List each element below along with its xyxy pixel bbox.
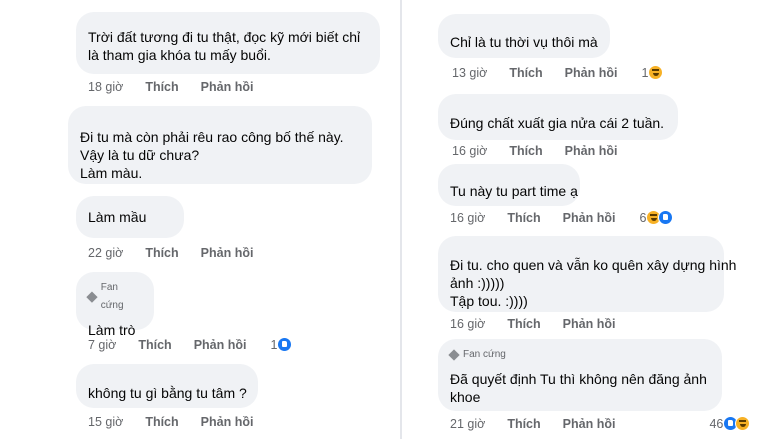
comment-bubble: Đi tu. cho quen và vẫn ko quên xây dựng …: [438, 236, 737, 312]
like-button[interactable]: Thích: [145, 246, 178, 260]
diamond-icon: [86, 291, 98, 303]
comment-bubble: Đúng chất xuất gia nửa cái 2 tuần.: [438, 94, 678, 140]
comment-text: Vậy là tu dữ chưa?: [80, 147, 200, 163]
fan-badge-label: Fan cứng: [100, 282, 124, 311]
reply-button[interactable]: Phản hồi: [563, 417, 616, 431]
like-button[interactable]: Thích: [509, 66, 542, 80]
comment-time[interactable]: 15 giờ: [88, 415, 123, 429]
comment-bubble: Fan cứng Đã quyết định Tu thì không nên …: [438, 339, 722, 411]
reply-button[interactable]: Phản hồi: [201, 80, 254, 94]
reply-button[interactable]: Phản hồi: [563, 317, 616, 331]
reaction-count: 46: [709, 416, 724, 431]
comment-text: Đi tu. cho quen và vẫn ko quên xây dựng …: [450, 257, 737, 273]
comment-meta: 16 giờ Thích Phản hồi: [452, 144, 639, 158]
reply-button[interactable]: Phản hồi: [565, 144, 618, 158]
reaction-summary[interactable]: 6: [639, 210, 674, 225]
comment-time[interactable]: 16 giờ: [452, 144, 487, 158]
comment-text: Đúng chất xuất gia nửa cái 2 tuần.: [450, 115, 665, 131]
reaction-count: 6: [639, 210, 647, 225]
left-comment-column: Trời đất tương đi tu thật, đọc kỹ mới bi…: [0, 0, 410, 439]
comment-text: Chỉ là tu thời vụ thôi mà: [450, 34, 598, 50]
comment-time[interactable]: 21 giờ: [450, 417, 485, 431]
comment-time[interactable]: 16 giờ: [450, 317, 485, 331]
comment-text: là tham gia khóa tu mấy buổi.: [88, 47, 271, 63]
comment-text: Làm màu.: [80, 165, 143, 181]
reaction-count: 1: [641, 65, 649, 80]
reaction-summary[interactable]: 46: [709, 416, 751, 431]
comment-text: không tu gì bằng tu tâm ?: [88, 385, 247, 401]
reply-button[interactable]: Phản hồi: [563, 211, 616, 225]
reply-button[interactable]: Phản hồi: [201, 415, 254, 429]
reply-button[interactable]: Phản hồi: [565, 66, 618, 80]
like-icon: [658, 210, 674, 225]
comment-bubble: Trời đất tương đi tu thật, đọc kỹ mới bi…: [76, 12, 380, 74]
like-button[interactable]: Thích: [145, 80, 178, 94]
like-button[interactable]: Thích: [138, 338, 171, 352]
comment-text: Tu này tu part time ạ: [450, 183, 578, 199]
comment-meta: 16 giờ Thích Phản hồi: [450, 317, 637, 331]
comment-meta: 18 giờ Thích Phản hồi: [88, 80, 275, 94]
comment-time[interactable]: 7 giờ: [88, 338, 116, 352]
comment-bubble: không tu gì bằng tu tâm ?: [76, 364, 258, 408]
fan-badge: Fan cứng: [448, 346, 710, 364]
like-button[interactable]: Thích: [507, 417, 540, 431]
comment-text: Đi tu mà còn phải rêu rao công bố thế nà…: [80, 129, 344, 145]
comment-meta: 22 giờ Thích Phản hồi: [88, 246, 275, 260]
comment-text: ảnh :))))): [450, 275, 505, 291]
comment-time[interactable]: 18 giờ: [88, 80, 123, 94]
comment-meta: 7 giờ Thích Phản hồi 1: [88, 337, 293, 352]
comment-text: Trời đất tương đi tu thật, đọc kỹ mới bi…: [88, 29, 361, 45]
reaction-summary[interactable]: 1: [641, 65, 664, 80]
comment-meta: 21 giờ Thích Phản hồi 46: [450, 416, 751, 431]
fan-badge: Fan cứng: [86, 279, 142, 315]
comment-meta: 13 giờ Thích Phản hồi 1: [452, 65, 664, 80]
comment-text: Làm mầu: [88, 209, 147, 225]
fan-badge-label: Fan cứng: [463, 349, 506, 360]
haha-icon: [735, 416, 751, 431]
comment-time[interactable]: 16 giờ: [450, 211, 485, 225]
like-button[interactable]: Thích: [509, 144, 542, 158]
comment-bubble: Tu này tu part time ạ: [438, 164, 580, 206]
like-button[interactable]: Thích: [507, 211, 540, 225]
right-comment-column: Chỉ là tu thời vụ thôi mà 13 giờ Thích P…: [410, 0, 780, 439]
comment-text: Tập tou. :)))): [450, 293, 528, 309]
comment-bubble: Fan cứng Làm trò: [76, 272, 154, 338]
diamond-icon: [448, 349, 460, 361]
comment-text: khoe: [450, 389, 481, 405]
comment-bubble: Đi tu mà còn phải rêu rao công bố thế nà…: [68, 106, 372, 184]
like-button[interactable]: Thích: [145, 415, 178, 429]
like-button[interactable]: Thích: [507, 317, 540, 331]
comment-text: Đã quyết định Tu thì không nên đăng ảnh: [450, 371, 707, 387]
reaction-count: 1: [270, 337, 278, 352]
reply-button[interactable]: Phản hồi: [194, 338, 247, 352]
reaction-summary[interactable]: 1: [270, 337, 293, 352]
like-icon: [277, 337, 293, 352]
comment-meta: 16 giờ Thích Phản hồi 6: [450, 210, 674, 225]
haha-icon: [648, 65, 664, 80]
comment-meta: 15 giờ Thích Phản hồi: [88, 415, 275, 429]
reply-button[interactable]: Phản hồi: [201, 246, 254, 260]
comment-bubble: Làm mầu: [76, 196, 184, 238]
comment-time[interactable]: 22 giờ: [88, 246, 123, 260]
comment-time[interactable]: 13 giờ: [452, 66, 487, 80]
comment-bubble: Chỉ là tu thời vụ thôi mà: [438, 14, 610, 58]
